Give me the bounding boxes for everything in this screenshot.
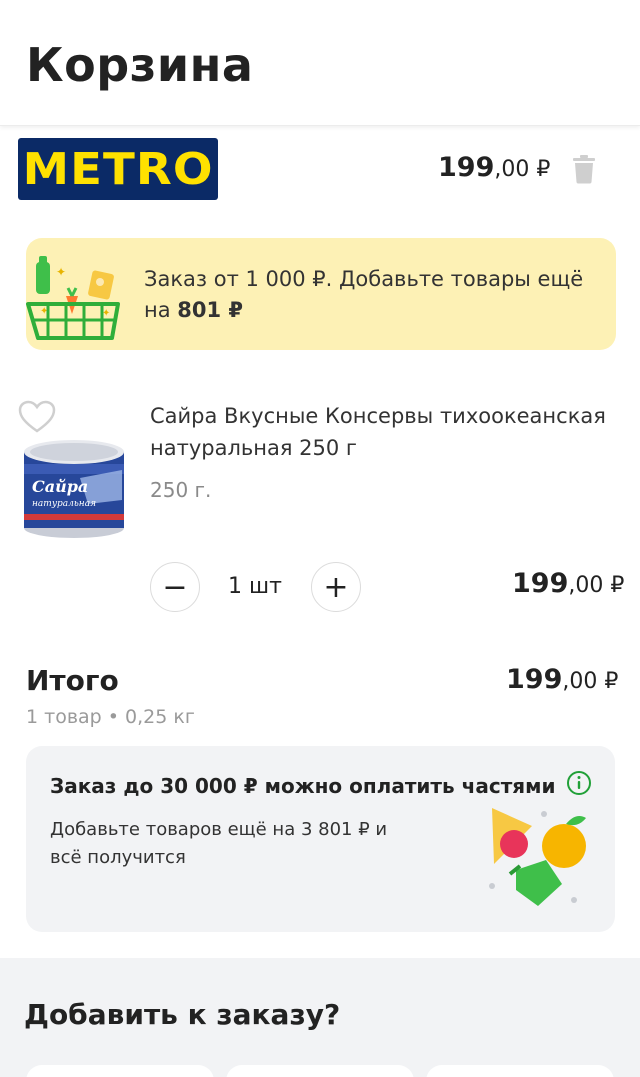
- suggestion-card[interactable]: [26, 1065, 214, 1077]
- product-image[interactable]: Сайра натуральная: [18, 430, 130, 540]
- installments-text: Добавьте товаров ещё на 3 801 ₽ и всё по…: [50, 819, 388, 868]
- can-subtitle: натуральная: [32, 499, 96, 509]
- add-to-order-title: Добавить к заказу?: [24, 998, 341, 1031]
- add-to-order-section: Добавить к заказу?: [0, 958, 640, 1077]
- metro-logo: METRO: [18, 138, 218, 200]
- heart-icon[interactable]: [18, 400, 56, 434]
- summary-price-fraction: ,00 ₽: [562, 669, 619, 694]
- decrease-quantity-button[interactable]: −: [150, 562, 200, 612]
- shopping-cart-icon: ✦ ✦ ✦: [26, 256, 120, 340]
- product-price-fraction: ,00 ₽: [568, 573, 625, 598]
- store-row: METRO 199,00 ₽: [0, 138, 640, 202]
- plus-icon: +: [323, 569, 349, 605]
- can-title: Сайра: [32, 477, 88, 496]
- product-weight: 250 г.: [150, 478, 212, 502]
- summary-price: 199,00 ₽: [506, 664, 618, 695]
- product-price-main: 199: [512, 568, 569, 599]
- fruit-illustration-icon: [489, 808, 586, 906]
- store-total-fraction: ,00 ₽: [494, 157, 551, 182]
- cart-item: Сайра натуральная Сайра Вкусные Консервы…: [0, 390, 640, 630]
- summary-subtitle: 1 товар • 0,25 кг: [26, 706, 195, 728]
- product-name[interactable]: Сайра Вкусные Консервы тихоокеанская нат…: [150, 400, 630, 464]
- metro-logo-text: METRO: [22, 143, 214, 195]
- svg-text:✦: ✦: [56, 265, 66, 279]
- trash-icon[interactable]: [570, 154, 598, 184]
- promo-text: Заказ от 1 000 ₽. Добавьте товары ещё на…: [144, 264, 604, 326]
- installments-card[interactable]: Заказ до 30 000 ₽ можно оплатить частями…: [26, 746, 615, 932]
- installments-title: Заказ до 30 000 ₽ можно оплатить частями: [50, 774, 556, 798]
- promo-amount: 801 ₽: [177, 298, 244, 322]
- summary-label: Итого: [26, 664, 119, 697]
- page-title: Корзина: [26, 38, 254, 92]
- info-icon[interactable]: [566, 770, 592, 796]
- store-total: 199,00 ₽: [438, 152, 550, 183]
- suggestion-card[interactable]: [426, 1065, 614, 1077]
- suggestion-card[interactable]: [226, 1065, 414, 1077]
- min-order-banner: ✦ ✦ ✦ Заказ от 1 000 ₽. Добавьте товары …: [26, 238, 616, 350]
- quantity-value: 1 шт: [228, 574, 282, 599]
- product-price: 199,00 ₽: [512, 568, 624, 599]
- minus-icon: −: [162, 569, 188, 605]
- page-header: Корзина: [0, 0, 640, 126]
- store-total-main: 199: [438, 152, 495, 183]
- increase-quantity-button[interactable]: +: [311, 562, 361, 612]
- summary-price-main: 199: [506, 664, 563, 695]
